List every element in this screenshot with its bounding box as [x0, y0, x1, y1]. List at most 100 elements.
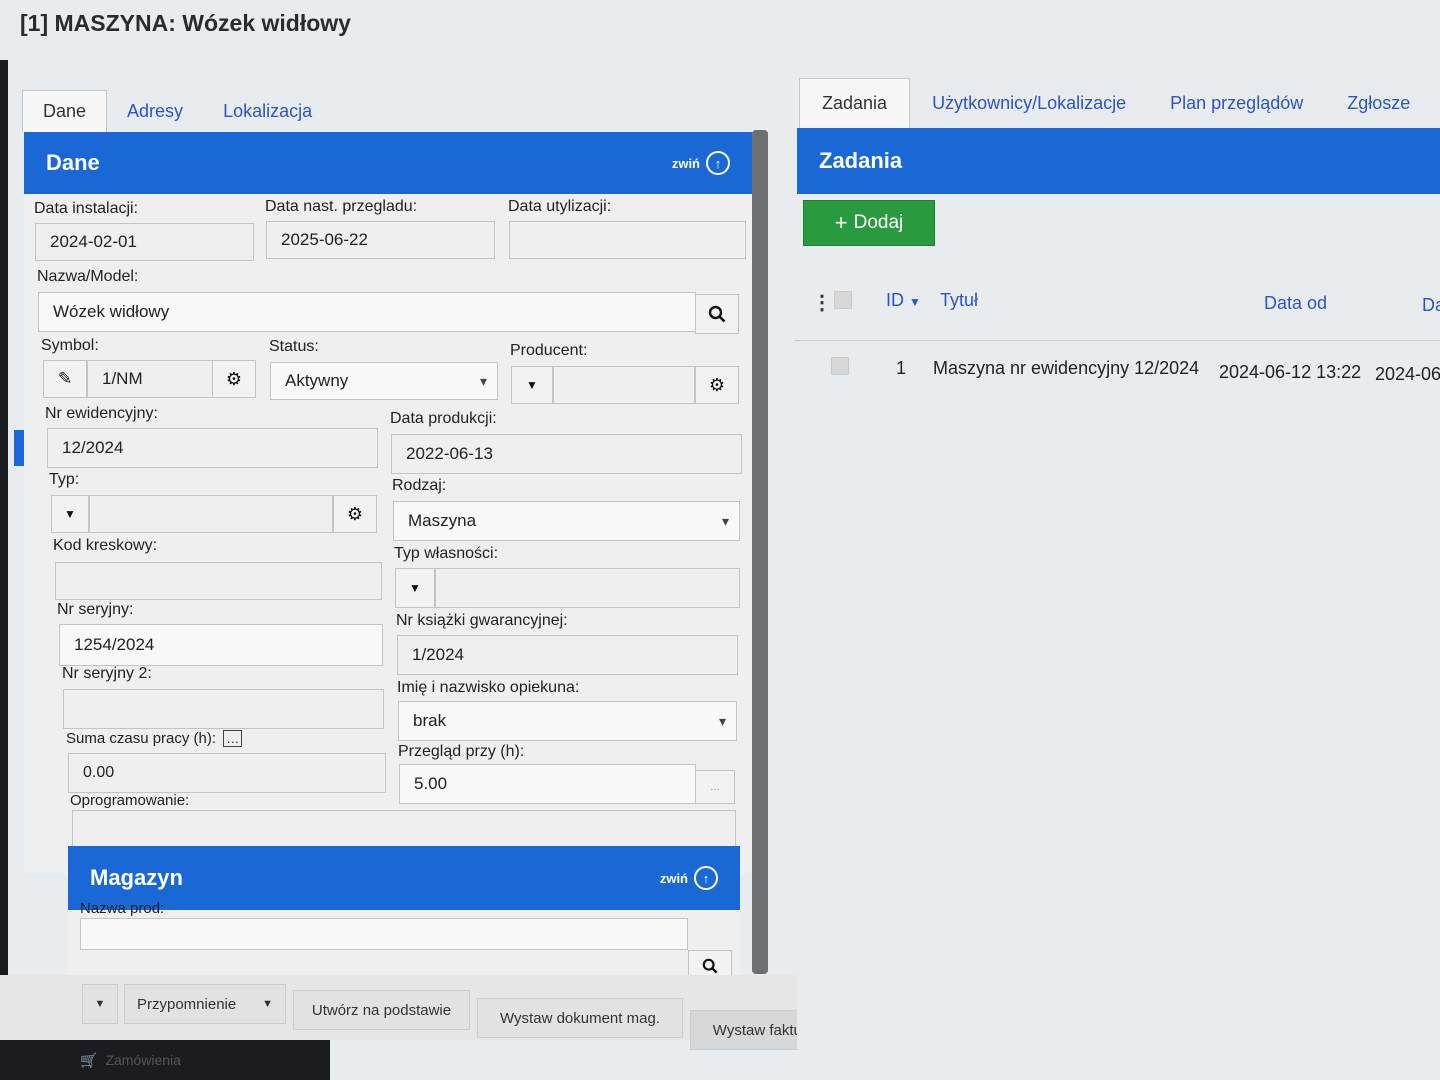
orders-link[interactable]: Zamówienia [105, 1052, 180, 1068]
arrow-up-circle-icon: ↑ [706, 151, 730, 175]
install-date-label: Data instalacji: [34, 200, 139, 217]
producer-label: Producent: [510, 342, 588, 359]
ownership-label: Typ własności: [394, 545, 499, 562]
column-id-label: ID [886, 290, 904, 310]
warranty-label: Nr książki gwarancyjnej: [396, 612, 568, 629]
production-date-label: Data produkcji: [390, 410, 497, 427]
create-from-button[interactable]: Utwórz na podstawie [293, 990, 470, 1030]
row-date-to: 2024-06 [1375, 364, 1440, 384]
caretaker-value: brak [413, 711, 447, 730]
chevron-down-icon: ▼ [262, 998, 273, 1010]
chevron-down-icon: ▼ [409, 581, 421, 595]
select-all-checkbox[interactable] [834, 291, 852, 309]
more-actions-button[interactable]: ▼ [82, 984, 118, 1024]
column-header-title[interactable]: Tytuł [940, 290, 978, 311]
column-header-date-from[interactable]: Data od [1264, 293, 1327, 314]
row-date-from: 2024-06-12 13:22 [1219, 362, 1362, 382]
tab-uzytkownicy-lokalizacje[interactable]: Użytkownicy/Lokalizacje [910, 79, 1148, 128]
work-hours-label: Suma czasu pracy (h): … [66, 730, 243, 747]
status-label: Status: [269, 338, 319, 355]
tab-dane[interactable]: Dane [22, 90, 108, 132]
product-name-label: Nazwa prod: [80, 900, 165, 917]
kind-value: Maszyna [408, 511, 477, 530]
kind-label: Rodzaj: [392, 477, 447, 494]
serial-input[interactable]: 1254/2024 [59, 624, 383, 666]
chevron-down-icon: ▼ [909, 295, 921, 309]
row-title: Maszyna nr ewidencyjny 12/2024 [933, 358, 1200, 378]
issue-warehouse-doc-button[interactable]: Wystaw dokument mag. [477, 998, 683, 1038]
review-at-input[interactable]: 5.00 [399, 764, 696, 804]
column-header-id[interactable]: ID ▼ [886, 290, 921, 311]
disposal-date-label: Data utylizacji: [508, 198, 612, 215]
warranty-input[interactable]: 1/2024 [397, 635, 738, 675]
left-panel-scrollbar[interactable] [752, 130, 768, 974]
table-row[interactable]: 1 Maszyna nr ewidencyjny 12/2024 2024-06… [795, 350, 1440, 390]
arrow-up-circle-icon: ↑ [694, 866, 718, 890]
review-at-label: Przegląd przy (h): [398, 743, 525, 760]
producer-settings-button[interactable]: ⚙ [695, 366, 739, 404]
dane-collapse-button[interactable]: zwiń ↑ [672, 151, 730, 175]
symbol-input[interactable]: 1/NM [87, 360, 213, 398]
kind-select[interactable]: Maszyna [393, 501, 740, 541]
next-review-label: Data nast. przegladu: [265, 198, 418, 215]
add-task-button[interactable]: + Dodaj [803, 200, 935, 246]
barcode-input[interactable] [55, 562, 382, 600]
serial2-input[interactable] [63, 689, 384, 729]
name-model-input[interactable]: Wózek widłowy [38, 292, 696, 332]
column-header-date-to[interactable]: Da [1422, 295, 1440, 316]
serial2-label: Nr seryjny 2: [62, 665, 152, 682]
symbol-edit-button[interactable]: ✎ [43, 360, 87, 398]
type-label: Typ: [49, 471, 80, 488]
tab-zgloszenia[interactable]: Zgłosze [1325, 79, 1432, 128]
magazyn-collapse-button[interactable]: zwiń ↑ [660, 866, 718, 890]
producer-input[interactable] [553, 366, 695, 404]
inventory-no-input[interactable]: 12/2024 [47, 428, 378, 468]
ownership-input[interactable] [435, 568, 740, 608]
review-at-extra-button[interactable]: … [695, 770, 735, 804]
work-hours-input[interactable]: 0.00 [68, 753, 386, 793]
zadania-panel-header: Zadania [797, 128, 1440, 194]
gear-icon: ⚙ [225, 368, 243, 389]
reminder-button[interactable]: Przypomnienie ▼ [124, 984, 286, 1024]
collapse-label: zwiń [671, 155, 700, 171]
row-checkbox[interactable] [831, 357, 849, 375]
tab-zadania[interactable]: Zadania [799, 78, 911, 128]
name-model-label: Nazwa/Model: [37, 268, 139, 285]
symbol-settings-button[interactable]: ⚙ [212, 360, 256, 398]
producer-dropdown-button[interactable]: ▼ [511, 366, 553, 404]
chevron-down-icon: ▼ [94, 998, 106, 1010]
ownership-dropdown-button[interactable]: ▼ [395, 568, 435, 608]
gear-icon: ⚙ [346, 503, 364, 524]
caretaker-select[interactable]: brak [398, 701, 737, 741]
dane-panel-title: Dane [46, 150, 100, 175]
chevron-down-icon: ▼ [64, 507, 76, 521]
reminder-label: Przypomnienie [137, 995, 237, 1013]
chevron-down-icon: ▼ [526, 378, 538, 392]
type-dropdown-button[interactable]: ▼ [51, 495, 89, 533]
zadania-content [797, 194, 1440, 1080]
type-settings-button[interactable]: ⚙ [333, 495, 377, 533]
window-title: [1] MASZYNA: Wózek widłowy [20, 10, 351, 36]
tab-adresy[interactable]: Adresy [107, 91, 203, 132]
taskbar-strip: 🛒 Zamówienia [0, 1040, 330, 1080]
name-model-search-button[interactable] [695, 294, 739, 334]
next-review-input[interactable]: 2025-06-22 [266, 221, 495, 259]
gear-icon: ⚙ [708, 374, 726, 395]
window-left-edge [0, 60, 8, 1080]
product-name-input[interactable] [80, 918, 688, 950]
collapse-label: zwiń [659, 870, 688, 886]
tab-plan-przegladow[interactable]: Plan przeglądów [1148, 79, 1325, 128]
tab-lokalizacja[interactable]: Lokalizacja [203, 91, 332, 132]
kebab-menu-icon[interactable]: ⋮ [812, 290, 832, 315]
disposal-date-input[interactable] [509, 221, 746, 259]
magazyn-panel-header: Magazyn zwiń ↑ [68, 846, 740, 910]
install-date-input[interactable]: 2024-02-01 [35, 223, 254, 261]
production-date-input[interactable]: 2022-06-13 [391, 434, 742, 474]
status-select[interactable]: Aktywny [270, 362, 498, 400]
type-input[interactable] [89, 495, 333, 533]
row-id: 1 [896, 358, 907, 378]
software-label: Oprogramowanie: [70, 792, 190, 809]
left-tabbar: Dane Adresy Lokalizacja [22, 88, 332, 132]
magazyn-panel-title: Magazyn [90, 865, 183, 890]
pencil-icon: ✎ [57, 369, 73, 388]
